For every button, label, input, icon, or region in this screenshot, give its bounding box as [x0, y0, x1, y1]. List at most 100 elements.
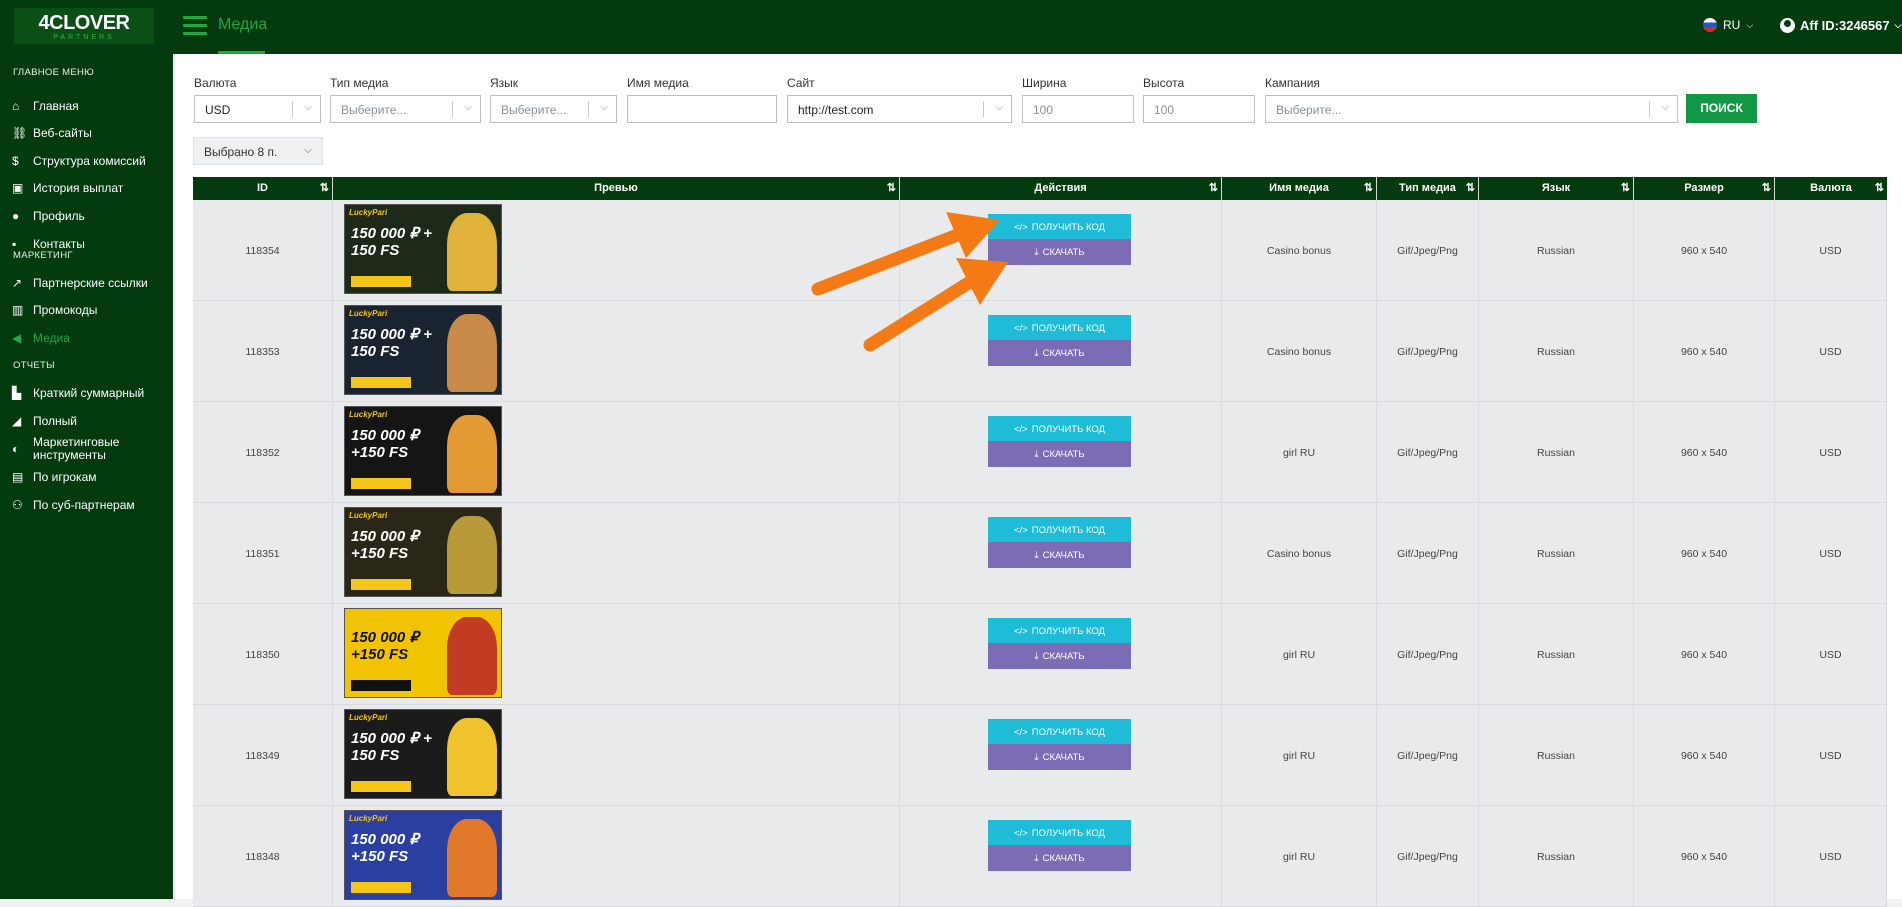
column-header-actions[interactable]: Действия ⇅ [900, 177, 1222, 200]
banner-brand: LuckyPari [349, 612, 388, 621]
sort-icon[interactable]: ⇅ [1621, 177, 1630, 200]
banner-preview-image[interactable]: LuckyPari 150 000 ₽ +150 FS [344, 608, 502, 698]
logo[interactable]: 4CLOVER PARTNERS [14, 8, 154, 44]
table-row: 118352 girl RU Gif/Jpeg/Png Russian 960 x 54… [193, 402, 1887, 503]
get-code-button[interactable]: </> ПОЛУЧИТЬ КОД [988, 820, 1131, 846]
sidebar-item-full[interactable]: ◢ Полный [0, 408, 173, 434]
chevron-down-icon: ⌵ [1661, 102, 1669, 113]
cell-language: Russian [1479, 806, 1634, 907]
get-code-button[interactable]: </> ПОЛУЧИТЬ КОД [988, 517, 1131, 543]
sidebar-item-marketing-tools[interactable]: ◐ Маркетинговые инструменты [0, 433, 173, 465]
sidebar-item-summary[interactable]: ▙ Краткий суммарный [0, 380, 173, 406]
column-header-preview[interactable]: Превью ⇅ [333, 177, 900, 200]
language-select[interactable]: Выберите... ⌵ [490, 95, 617, 123]
cell-id: 118352 [193, 402, 333, 503]
contact-icon: ▪ [12, 237, 17, 251]
sidebar-item-profile[interactable]: ● Профиль [0, 203, 173, 229]
code-icon: </> [1013, 524, 1028, 536]
sort-icon[interactable]: ⇅ [320, 177, 329, 200]
column-header-id[interactable]: ID ⇅ [193, 177, 333, 200]
columns-selector[interactable]: Выбрано 8 п. ⌵ [193, 137, 323, 165]
height-input[interactable]: 100 [1143, 95, 1255, 123]
banner-cta [351, 276, 411, 287]
column-header-currency[interactable]: Валюта ⇅ [1775, 177, 1887, 200]
chevron-down-icon: ⌵ [995, 102, 1003, 113]
language-selector[interactable]: RU ⌵ [1703, 18, 1753, 32]
banner-brand: LuckyPari [349, 410, 388, 419]
get-code-button[interactable]: </> ПОЛУЧИТЬ КОД [988, 719, 1131, 745]
get-code-button[interactable]: </> ПОЛУЧИТЬ КОД [988, 416, 1131, 442]
annotation-arrow-2 [863, 275, 977, 352]
media-name-input[interactable] [627, 95, 777, 123]
campaign-select[interactable]: Выберите... ⌵ [1265, 95, 1678, 123]
sort-icon[interactable]: ⇅ [1466, 177, 1475, 200]
width-placeholder: 100 [1033, 103, 1054, 117]
language-label: Язык [490, 76, 519, 90]
sidebar-item-commission[interactable]: $ Структура комиссий [0, 148, 173, 174]
download-button[interactable]: ⤓ СКАЧАТЬ [988, 542, 1131, 568]
sidebar-item-sub-partners[interactable]: ⚇ По суб-партнерам [0, 492, 173, 518]
cell-language: Russian [1479, 705, 1634, 806]
banner-preview-image[interactable]: LuckyPari 150 000 ₽ +150 FS [344, 406, 502, 496]
banner-preview-image[interactable]: LuckyPari 150 000 ₽ + 150 FS [344, 204, 502, 294]
sort-icon[interactable]: ⇅ [1364, 177, 1373, 200]
download-button[interactable]: ⤓ СКАЧАТЬ [988, 441, 1131, 467]
download-button[interactable]: ⤓ СКАЧАТЬ [988, 845, 1131, 871]
download-button[interactable]: ⤓ СКАЧАТЬ [988, 643, 1131, 669]
sort-icon[interactable]: ⇅ [1209, 177, 1218, 200]
sidebar-item-label: Структура комиссий [33, 154, 146, 168]
media-type-select[interactable]: Выберите... ⌵ [330, 95, 481, 123]
cell-language: Russian [1479, 604, 1634, 705]
search-button[interactable]: ПОИСК [1686, 94, 1757, 123]
columns-selector-value: Выбрано 8 п. [204, 145, 278, 159]
cell-media-name: Casino bonus [1222, 200, 1377, 301]
banner-preview-image[interactable]: LuckyPari 150 000 ₽ +150 FS [344, 507, 502, 597]
currency-label: Валюта [194, 76, 237, 90]
chevron-down-icon: ⌵ [304, 145, 312, 156]
chevron-down-icon: ⌵ [1746, 19, 1754, 30]
banner-preview-image[interactable]: LuckyPari 150 000 ₽ +150 FS [344, 810, 502, 900]
cell-media-type: Gif/Jpeg/Png [1377, 604, 1479, 705]
sidebar-item-media[interactable]: ◀ Медиа [0, 325, 173, 351]
site-label: Сайт [787, 76, 815, 90]
cell-id: 118354 [193, 200, 333, 301]
sidebar-item-promocodes[interactable]: ▥ Промокоды [0, 297, 173, 323]
chevron-down-icon: ⌵ [600, 102, 608, 113]
site-select[interactable]: http://test.com ⌵ [787, 95, 1012, 123]
sort-icon[interactable]: ⇅ [1875, 177, 1884, 200]
column-header-media-type[interactable]: Тип медиа ⇅ [1377, 177, 1479, 200]
code-icon: </> [1013, 827, 1028, 839]
height-placeholder: 100 [1154, 103, 1175, 117]
banner-preview-image[interactable]: LuckyPari 150 000 ₽ + 150 FS [344, 709, 502, 799]
sidebar-item-payouts[interactable]: ▣ История выплат [0, 175, 173, 201]
cell-media-name: Casino bonus [1222, 301, 1377, 402]
cell-size: 960 x 540 [1634, 604, 1775, 705]
banner-cta [351, 579, 411, 590]
get-code-button[interactable]: </> ПОЛУЧИТЬ КОД [988, 618, 1131, 644]
user-menu[interactable]: Aff ID:3246567 ⌵ [1780, 18, 1901, 33]
cell-currency: USD [1775, 402, 1887, 503]
sidebar-item-players[interactable]: ▤ По игрокам [0, 464, 173, 490]
banner-preview-image[interactable]: LuckyPari 150 000 ₽ + 150 FS [344, 305, 502, 395]
download-label: СКАЧАТЬ [1042, 448, 1085, 460]
column-header-size[interactable]: Размер ⇅ [1634, 177, 1775, 200]
sort-icon[interactable]: ⇅ [1762, 177, 1771, 200]
width-input[interactable]: 100 [1022, 95, 1134, 123]
download-button[interactable]: ⤓ СКАЧАТЬ [988, 744, 1131, 770]
sidebar-item-partner-links[interactable]: ↗ Партнерские ссылки [0, 270, 173, 296]
currency-select[interactable]: USD ⌵ [194, 95, 321, 123]
table-row: 118350 girl RU Gif/Jpeg/Png Russian 960 x 54… [193, 604, 1887, 705]
sidebar-item-websites[interactable]: ⛓ Веб-сайты [0, 120, 173, 146]
table-row: 118351 Casino bonus Gif/Jpeg/Png Russian 960… [193, 503, 1887, 604]
top-bar: 4CLOVER PARTNERS Медиа RU ⌵ Aff ID:32465… [0, 0, 1902, 54]
sidebar-item-label: Маркетинговые инструменты [33, 435, 120, 462]
column-header-language[interactable]: Язык ⇅ [1479, 177, 1634, 200]
table-header: ID ⇅ Превью ⇅ Действия ⇅ Имя медиа ⇅ Тип мед… [193, 177, 1887, 200]
sidebar-item-home[interactable]: ⌂ Главная [0, 93, 173, 119]
sort-icon[interactable]: ⇅ [887, 177, 896, 200]
column-header-media-name[interactable]: Имя медиа ⇅ [1222, 177, 1377, 200]
banner-headline: 150 000 ₽ + 150 FS [351, 326, 432, 360]
banner-headline: 150 000 ₽ +150 FS [351, 831, 419, 865]
download-label: СКАЧАТЬ [1042, 549, 1085, 561]
hamburger-menu-icon[interactable] [183, 16, 207, 36]
